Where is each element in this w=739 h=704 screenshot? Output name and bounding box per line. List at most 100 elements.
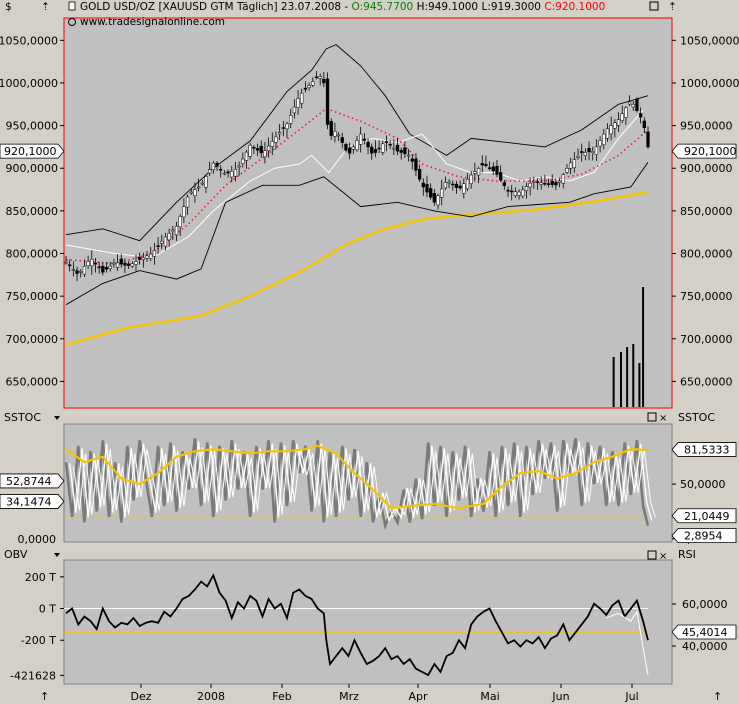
candle-body: [300, 92, 304, 104]
candle-body: [572, 159, 576, 169]
stoch-axis-label-left: 0,0000: [18, 533, 57, 546]
maximize-icon[interactable]: [647, 412, 657, 422]
candle-body: [270, 141, 274, 147]
watermark: www.tradesignalonline.com: [68, 16, 225, 28]
candle-body: [476, 168, 481, 176]
candle-body: [417, 168, 422, 180]
candle-body: [79, 271, 83, 273]
candle-body: [266, 145, 271, 151]
candle-body: [138, 256, 142, 260]
price-axis-label-left: 900,0000: [6, 162, 59, 175]
candle-body: [252, 146, 256, 149]
candle-body: [226, 171, 230, 174]
sstoc-label-right: SSTOC: [678, 411, 715, 424]
candle-body: [285, 123, 289, 130]
stoch-marker-right-label: 2,8954: [684, 530, 723, 543]
candle-body: [646, 131, 650, 148]
candle-body: [421, 182, 425, 188]
candle-body: [602, 133, 606, 145]
maximize-icon[interactable]: [649, 1, 659, 11]
candle-body: [513, 191, 518, 196]
x-axis-label: Jun: [551, 690, 569, 703]
maximize-icon[interactable]: [647, 550, 657, 560]
scroll-up-arrow-right[interactable]: ⇡: [668, 1, 677, 13]
price-axis-label-right: 850,0000: [680, 205, 733, 218]
candle-body: [642, 120, 646, 128]
stoch-axis-label-right: 50,0000: [680, 478, 726, 491]
scroll-left-marker[interactable]: ↑: [40, 690, 49, 703]
candle-body: [314, 76, 319, 79]
candle-body: [119, 258, 123, 265]
candle-body: [130, 263, 134, 267]
candle-body: [462, 183, 466, 194]
candle-body: [255, 148, 260, 151]
candle-body: [568, 162, 573, 169]
candle-body: [149, 253, 153, 259]
candle-body: [495, 165, 499, 175]
candle-body: [71, 269, 76, 271]
candle-body: [609, 125, 613, 135]
candle-body: [178, 216, 182, 228]
obv-label-left: OBV: [4, 548, 28, 561]
candle-body: [281, 127, 285, 129]
candle-body: [406, 154, 411, 157]
price-axis-label-right: 900,0000: [680, 162, 733, 175]
chevron-down-icon: [54, 416, 60, 420]
candle-body: [613, 122, 617, 129]
candle-body: [115, 262, 120, 268]
candle-body: [528, 182, 532, 188]
volume-bar: [642, 287, 645, 407]
obv-dropdown[interactable]: [54, 553, 60, 557]
scroll-up-arrow[interactable]: ⇡: [41, 1, 50, 13]
candle-body: [454, 183, 459, 188]
candle-body: [565, 167, 569, 173]
candle-body: [152, 250, 157, 257]
candle-body: [381, 143, 385, 153]
price-panel-buttons[interactable]: [649, 1, 659, 11]
candle-body: [539, 182, 543, 185]
price-axis-label-right: 800,0000: [680, 248, 733, 261]
currency-symbol: $: [5, 1, 12, 13]
candle-body: [68, 264, 72, 267]
candle-body: [576, 155, 580, 158]
candle-body: [521, 189, 525, 197]
candle-body: [274, 136, 278, 143]
scroll-right-marker[interactable]: ↑: [713, 690, 722, 703]
candle-body: [502, 182, 506, 186]
candle-body: [469, 174, 473, 184]
candle-body: [336, 134, 341, 137]
candle-body: [329, 120, 333, 136]
candle-body: [403, 147, 407, 154]
sstoc-panel-buttons[interactable]: ×: [647, 412, 667, 424]
candle-body: [535, 181, 540, 183]
volume-bar: [612, 357, 615, 407]
close-icon[interactable]: ×: [659, 413, 667, 424]
price-panel[interactable]: [63, 17, 673, 409]
volume-bar: [638, 363, 641, 407]
close-icon[interactable]: ×: [659, 551, 667, 562]
candle-body: [163, 236, 168, 247]
candle-body: [510, 190, 514, 193]
candle-body: [429, 188, 433, 198]
candle-body: [219, 168, 223, 171]
candle-body: [359, 133, 363, 145]
candle-body: [465, 179, 470, 190]
candle-body: [237, 165, 241, 168]
chevron-down-icon: [54, 553, 60, 557]
sstoc-dropdown[interactable]: [54, 416, 60, 420]
candle-body: [200, 182, 204, 185]
price-axis-label-right: 650,0000: [680, 375, 733, 388]
candle-body: [583, 152, 588, 156]
candle-body: [517, 191, 521, 196]
candle-body: [591, 151, 595, 153]
candle-body: [410, 158, 414, 162]
price-axis-label-right: 1000,0000: [680, 77, 739, 90]
x-axis-label: Mrz: [339, 690, 359, 703]
candle-body: [156, 245, 160, 247]
candle-body: [160, 240, 164, 244]
candle-body: [377, 147, 381, 150]
x-axis-label: Mai: [480, 690, 499, 703]
instrument-header[interactable]: GOLD USD/OZ [XAUUSD GTM Täglich] 23.07.2…: [68, 1, 605, 13]
candle-body: [75, 270, 79, 274]
candle-body: [189, 191, 193, 194]
